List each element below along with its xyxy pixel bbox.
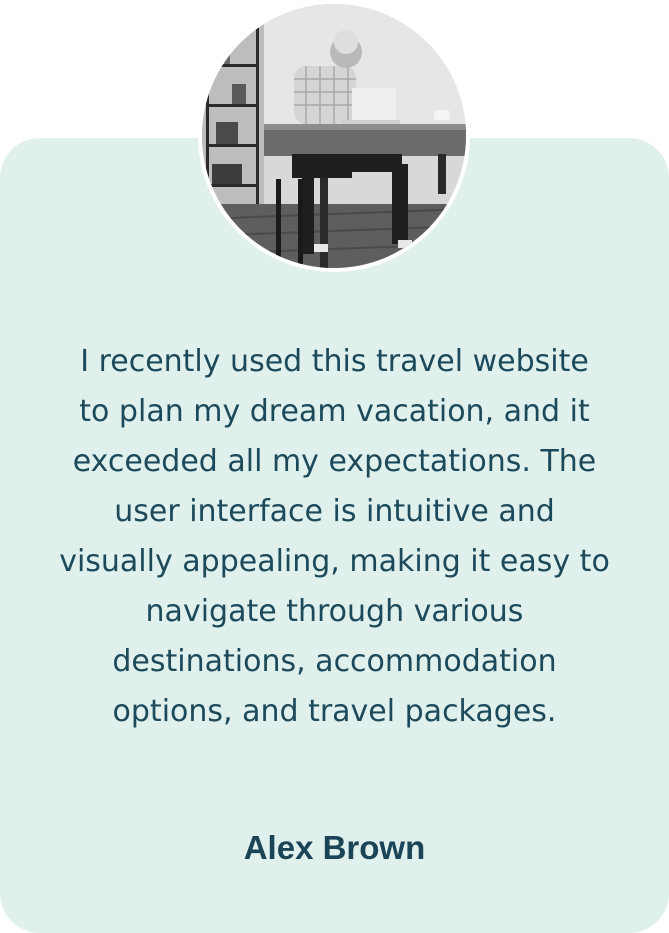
testimonial-section: I recently used this travel website to p…: [0, 0, 669, 933]
testimonial-author: Alex Brown: [243, 829, 426, 866]
avatar: [202, 4, 466, 268]
man-working-on-laptop-photo-icon: [202, 4, 466, 268]
testimonial-quote: I recently used this travel website to p…: [59, 344, 610, 729]
